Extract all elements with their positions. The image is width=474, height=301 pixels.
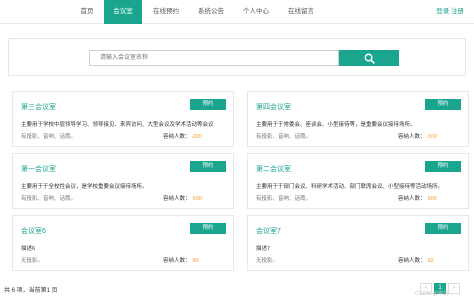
meeting-room-card: 第一会议室 预约 主要用于于全校性会议，是学校重要会议接待场所。 有投影、音响、… — [12, 153, 234, 209]
nav-item-home[interactable]: 首页 — [70, 0, 104, 24]
meeting-room-card: 会议室6 预约 描述6 无投影。 容纳人数： 80 — [12, 215, 234, 271]
capacity-label: 容纳人数： — [163, 258, 191, 264]
card-capacity: 容纳人数： 500 — [163, 194, 202, 202]
capacity-label: 容纳人数： — [163, 134, 191, 140]
card-capacity: 容纳人数： 80 — [163, 256, 199, 264]
watermark: CSDN @毕设... — [415, 291, 454, 297]
top-nav: 首页 会议室 在线预约 系统公告 个人中心 在线留言 登录 注册 — [0, 0, 474, 24]
search-panel — [8, 38, 466, 76]
nav-item-messages[interactable]: 在线留言 — [280, 0, 322, 24]
meeting-room-card: 第四会议室 预约 主要用于于常委会、座谈会、小型接待等，是重要会议接待场所。 有… — [247, 91, 469, 147]
nav-item-online-booking[interactable]: 在线预约 — [145, 0, 187, 24]
book-button[interactable]: 预约 — [190, 223, 226, 234]
card-equipment: 有投影、音响、话筒。 — [256, 134, 312, 140]
book-button[interactable]: 预约 — [190, 161, 226, 172]
card-description: 主要用于学校中层领导学习、领导接见、来宾访问、大型会议及学术活动等会议 — [21, 122, 214, 128]
card-description: 主要用于于全校性会议，是学校重要会议接待场所。 — [21, 184, 148, 190]
card-description: 描述6 — [21, 246, 36, 252]
capacity-value: 500 — [427, 196, 437, 202]
card-description: 主要用于于部门会议、科研学术活动、部门联席会议、小型接待等活动场所。 — [256, 184, 444, 190]
card-title[interactable]: 第四会议室 — [256, 102, 291, 112]
capacity-value: 200 — [192, 134, 202, 140]
card-capacity: 容纳人数： 200 — [163, 132, 202, 140]
capacity-value: 500 — [192, 196, 202, 202]
card-title[interactable]: 第一会议室 — [21, 164, 56, 174]
card-capacity: 容纳人数： 500 — [398, 194, 437, 202]
meeting-room-card: 第三会议室 预约 主要用于学校中层领导学习、领导接见、来宾访问、大型会议及学术活… — [12, 91, 234, 147]
card-equipment: 有投影、音响、话筒。 — [21, 134, 77, 140]
pagination-summary: 共 6 项，当前第1 页 — [4, 288, 58, 294]
capacity-label: 容纳人数： — [398, 134, 426, 140]
card-equipment: 有投影、音响、话筒。 — [21, 196, 77, 202]
card-equipment: 无投影。 — [256, 258, 279, 264]
card-equipment: 无投影。 — [21, 258, 44, 264]
search-icon — [364, 53, 375, 64]
capacity-value: 80 — [192, 258, 199, 264]
card-description: 描述7 — [256, 246, 271, 252]
card-title[interactable]: 会议室7 — [256, 226, 281, 236]
card-equipment: 有投影、音响、话筒。 — [256, 196, 312, 202]
book-button[interactable]: 预约 — [425, 223, 461, 234]
book-button[interactable]: 预约 — [425, 99, 461, 110]
meeting-room-card: 第二会议室 预约 主要用于于部门会议、科研学术活动、部门联席会议、小型接待等活动… — [247, 153, 469, 209]
nav-item-profile[interactable]: 个人中心 — [235, 0, 277, 24]
book-button[interactable]: 预约 — [425, 161, 461, 172]
meeting-room-card: 会议室7 预约 描述7 无投影。 容纳人数： 92 — [247, 215, 469, 271]
card-description: 主要用于于常委会、座谈会、小型接待等，是重要会议接待场所。 — [256, 122, 416, 128]
card-title[interactable]: 第二会议室 — [256, 164, 291, 174]
book-button[interactable]: 预约 — [190, 99, 226, 110]
capacity-label: 容纳人数： — [398, 258, 426, 264]
nav-item-meeting-rooms[interactable]: 会议室 — [104, 0, 142, 24]
search-button[interactable] — [339, 50, 399, 66]
card-title[interactable]: 第三会议室 — [21, 102, 56, 112]
search-input[interactable] — [89, 50, 339, 66]
capacity-label: 容纳人数： — [398, 196, 426, 202]
card-capacity: 容纳人数： 92 — [398, 256, 434, 264]
capacity-value: 92 — [427, 258, 434, 264]
capacity-label: 容纳人数： — [163, 196, 191, 202]
capacity-value: 100 — [427, 134, 437, 140]
card-title[interactable]: 会议室6 — [21, 226, 46, 236]
nav-item-announcements[interactable]: 系统公告 — [190, 0, 232, 24]
login-register-link[interactable]: 登录 注册 — [436, 0, 464, 24]
card-capacity: 容纳人数： 100 — [398, 132, 437, 140]
